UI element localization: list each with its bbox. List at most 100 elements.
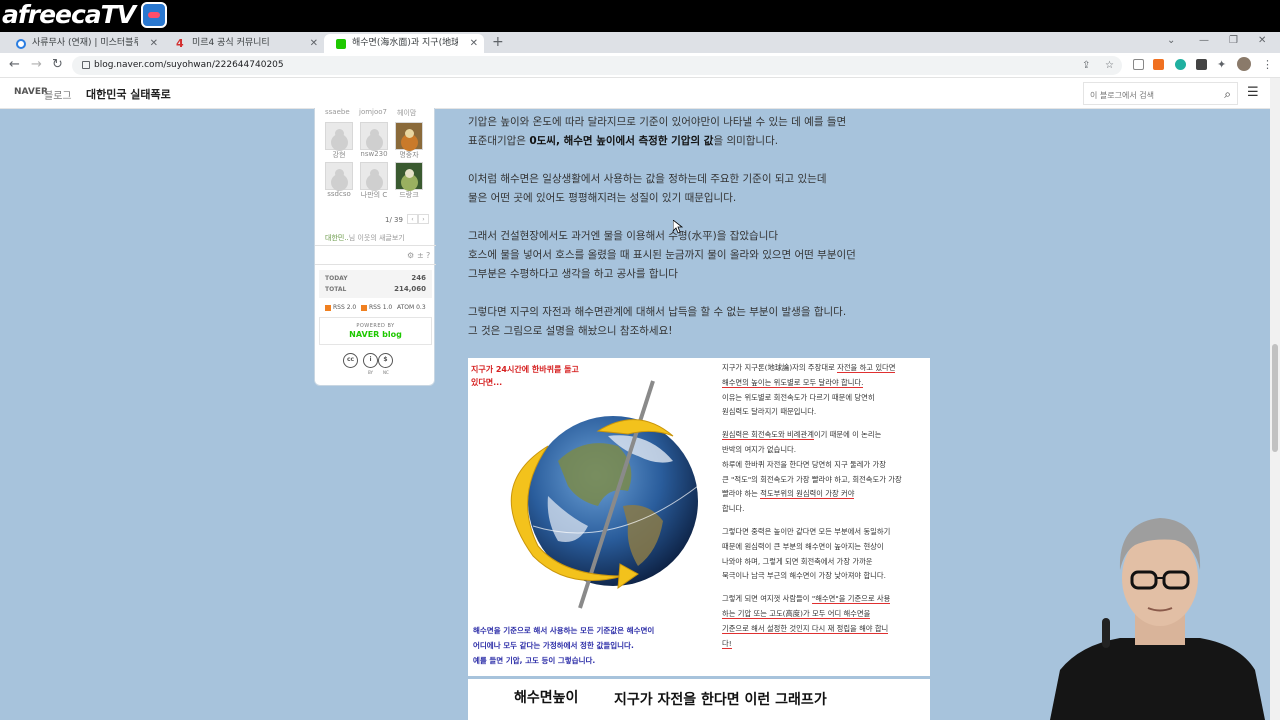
bookmark-star-icon[interactable]: ☆ [1105,60,1114,71]
window-close-button[interactable]: ✕ [1258,32,1266,50]
back-icon[interactable]: ← [9,55,20,75]
figure-caption-line: 해수면을 기준으로 해서 사용하는 모든 기준값은 해수면이 [473,626,655,635]
paragraph-line: 그래서 건설현장에서도 과거엔 물을 이용해서 수평(水平)을 잡았습니다 [468,230,779,242]
naver-logo[interactable]: NAVER [14,87,48,97]
rss1-link[interactable]: RSS 1.0 [361,304,392,311]
post-body: 기압은 높이와 온도에 따라 달라지므로 기준이 있어야만이 나타낼 수 있는 … [468,113,938,341]
neighbor-name[interactable]: nsw230 [357,150,391,158]
blog-search-input[interactable] [1084,85,1209,106]
graph-heading: 지구가 자전을 한다면 이런 그래프가 [614,692,827,708]
new-tab-button[interactable]: + [492,32,504,53]
neighbor-name[interactable]: 나만의 C [357,190,391,200]
explanation-line: 다! [722,637,927,652]
underlined-text: 자전을 하고 있다면 [837,363,896,373]
figure-caption-line: 어디에나 모두 같다는 가정하에서 정한 값들입니다. [473,641,634,650]
chrome-menu-icon[interactable]: ⋮ [1262,59,1273,70]
tab-2[interactable]: 4 미르4 공식 커뮤니티 ✕ [164,34,324,53]
neighbor-link-rest: 님 이웃의 새글보기 [348,234,405,242]
neighbor-name[interactable]: ssaebe [325,108,350,116]
neighbor-name[interactable]: 드랑크 [392,190,426,200]
extension-teal-icon[interactable] [1175,59,1186,70]
close-icon[interactable]: ✕ [150,34,158,53]
blog-link[interactable]: 블로그 [44,87,72,102]
blog-title[interactable]: 대한민국 실태폭로 [86,86,171,102]
add-icon[interactable]: ± [417,251,424,260]
hamburger-menu-icon[interactable]: ☰ [1247,85,1259,100]
next-page-button[interactable]: › [418,214,429,224]
extension-copy-icon[interactable] [1133,59,1144,70]
explanation-line: 하루에 한바퀴 자전을 한다면 당연히 지구 둘레가 가장 [722,459,886,469]
text-span: 을 의미합니다. [713,135,779,147]
neighbor-avatar[interactable] [325,122,353,150]
neighbor-name[interactable]: 명중자 [392,150,426,160]
help-icon[interactable]: ? [426,251,430,260]
tab-1[interactable]: 사류무사 (연재) | 미스터블루 - 웹 ✕ [4,34,164,53]
graph-axis-label: 해수면높이 [514,690,579,706]
restore-button[interactable]: ❐ [1229,32,1238,50]
attribution-icon[interactable]: i [363,353,378,368]
today-label: TODAY [325,275,348,282]
neighbor-name[interactable]: jomjoo7 [359,108,387,116]
address-bar-row: ← → ↻ blog.naver.com/suyohwan/2226447402… [0,53,1280,78]
tab-3[interactable]: 해수면(海水面)과 지구(地球)의 기 ✕ [324,34,484,53]
creative-commons-icon[interactable]: cc [343,353,358,368]
prev-page-button[interactable]: ‹ [407,214,418,224]
tab-3-title: 해수면(海水面)과 지구(地球)의 기 [352,38,458,48]
minimize-button[interactable]: — [1199,32,1209,50]
explanation-line: 그렇게 되면 여지껏 사람들이 "해수면"을 기준으로 사용 [722,592,927,607]
afreecatv-logo: afreecaTV [2,0,136,29]
explanation-line: 때문에 원심력이 큰 부분의 해수면이 높아지는 현상이 [722,541,884,551]
rotating-earth-illustration [510,380,699,609]
powered-by-naver-blog[interactable]: POWERED BY NAVER blog [319,317,432,345]
forward-icon[interactable]: → [31,55,42,75]
post-image[interactable]: 지구가 24시간에 한바퀴를 돌고 있다면... 해수면을 기준으로 해서 사용… [468,358,930,676]
share-icon[interactable]: ⇪ [1082,60,1090,71]
extensions-puzzle-icon[interactable]: ✦ [1217,59,1228,70]
neighbor-name[interactable]: 헤이맘 [397,108,416,118]
neighbor-pager: 1/ 39 [385,216,403,224]
tab-search-icon[interactable]: ⌄ [1167,32,1175,50]
underlined-text: "해수면"을 기준으로 사용 [811,594,891,605]
today-value: 246 [411,274,426,282]
omnibox[interactable]: blog.naver.com/suyohwan/222644740205 ⇪ ☆ [72,56,1122,75]
extension-dark-icon[interactable] [1196,59,1207,70]
figure-title-line: 지구가 24시간에 한바퀴를 돌고 [471,365,579,374]
neighbor-avatar[interactable] [360,162,388,190]
rss2-link[interactable]: RSS 2.0 [325,304,356,311]
post-image-2[interactable]: 해수면높이 지구가 자전을 한다면 이런 그래프가 [468,679,930,720]
atom-link[interactable]: ATOM 0.3 [397,304,426,311]
profile-avatar[interactable] [1237,57,1251,71]
noncommercial-icon[interactable]: $ [378,353,393,368]
paragraph-line: 물은 어떤 곳에 있어도 평평해지려는 성질이 있기 때문입니다. [468,192,737,204]
cc-nc-label: NC [383,370,389,375]
divider [315,264,436,265]
explanation-line: 빨라야 하는 적도부위의 원심력이 가장 커야 [722,487,927,502]
reload-icon[interactable]: ↻ [52,55,63,75]
figure-caption-line: 예를 들면 기압, 고도 등이 그렇습니다. [473,656,596,665]
explanation-line: 나와야 하며, 그렇게 되면 회전축에서 가장 가까운 [722,556,873,566]
explanation-line: 기준으로 해서 설정한 것인지 다시 재 정립을 해야 합니 [722,622,927,637]
neighbor-posts-link[interactable]: 대한민..님 이웃의 새글보기 [325,233,405,243]
neighbor-name[interactable]: ssdcso [322,190,356,198]
paragraph-line: 기압은 높이와 온도에 따라 달라지므로 기준이 있어야만이 나타낼 수 있는 … [468,116,847,128]
scrollbar-thumb[interactable] [1272,344,1278,452]
neighbor-avatar[interactable] [325,162,353,190]
close-icon[interactable]: ✕ [310,34,318,53]
text-span: 그렇게 되면 여지껏 사람들이 [722,594,812,604]
naver-blog-icon [336,39,346,49]
explanation-line: 지구가 지구론(地球論)자의 주장대로 자전을 하고 있다면 [722,361,927,376]
divider [315,245,436,246]
settings-icon[interactable]: ⚙ [407,251,414,260]
neighbor-avatar[interactable] [395,162,423,190]
neighbor-avatar[interactable] [395,122,423,150]
neighbor-name[interactable]: 강현 [322,150,356,160]
paragraph-line: 그 것은 그림으로 설명을 해놨으니 참조하세요! [468,325,673,337]
search-icon[interactable]: ⌕ [1224,87,1231,102]
tab-1-title: 사류무사 (연재) | 미스터블루 - 웹 [32,38,138,48]
lock-icon [82,61,90,69]
close-icon[interactable]: ✕ [470,34,478,53]
cc-by-label: BY [368,370,373,375]
extension-orange-icon[interactable] [1153,59,1164,70]
total-value: 214,060 [394,285,426,293]
neighbor-avatar[interactable] [360,122,388,150]
